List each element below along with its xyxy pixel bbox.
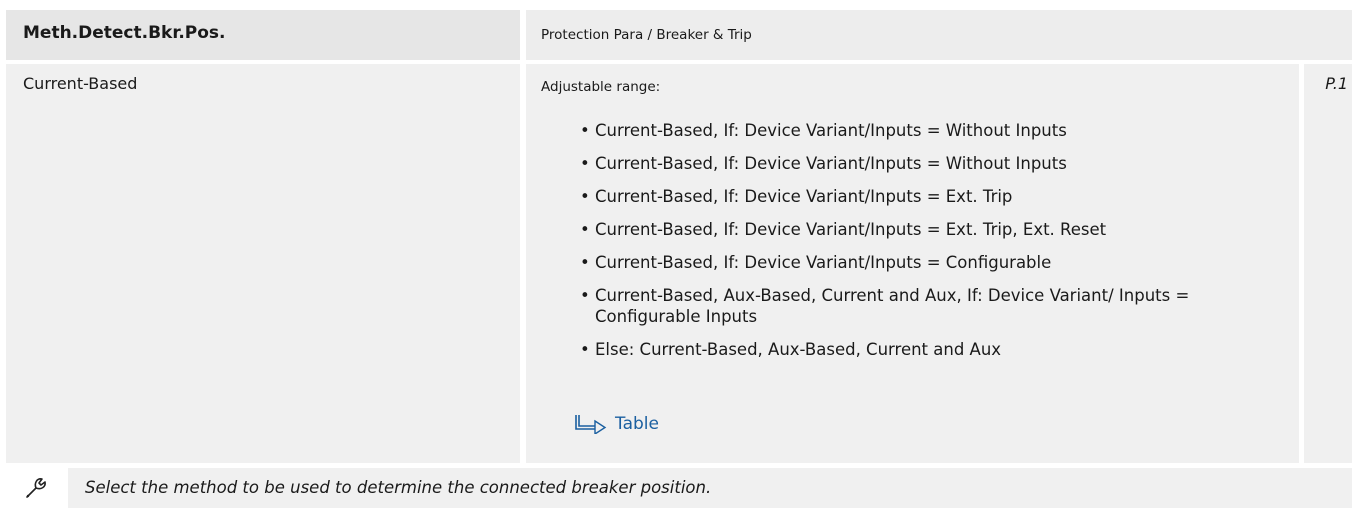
range-option: • Current-Based, If: Device Variant/Input… <box>580 154 1067 173</box>
bullet-icon: • <box>580 220 590 239</box>
adjustable-range-cell: Adjustable range: • Current-Based, If: De… <box>526 64 1299 463</box>
bullet-icon: • <box>580 121 590 140</box>
default-value: Current-Based <box>6 64 520 463</box>
table-link-label[interactable]: Table <box>615 414 659 434</box>
wrench-icon <box>6 468 66 508</box>
range-option: • Current-Based, Aux-Based, Current and A… <box>580 286 1190 326</box>
table-link-arrow-icon <box>575 415 607 434</box>
parameter-description: Select the method to be used to determin… <box>68 468 1352 508</box>
range-options-list: • Current-Based, If: Device Variant/Input… <box>541 120 1245 360</box>
bullet-icon: • <box>580 286 590 305</box>
range-label: Adjustable range: <box>541 79 661 95</box>
bullet-icon: • <box>580 253 590 272</box>
bullet-icon: • <box>580 187 590 206</box>
menu-path: Protection Para / Breaker & Trip <box>526 10 1352 60</box>
parameter-set: P.1 <box>1304 64 1352 463</box>
parameter-name: Meth.Detect.Bkr.Pos. <box>6 10 520 60</box>
range-option: • Current-Based, If: Device Variant/Input… <box>580 187 1013 206</box>
range-option: • Else: Current-Based, Aux-Based, Current… <box>580 340 1002 359</box>
range-option: • Current-Based, If: Device Variant/Input… <box>580 121 1067 140</box>
bullet-icon: • <box>580 154 590 173</box>
bullet-icon: • <box>580 340 590 359</box>
range-option: • Current-Based, If: Device Variant/Input… <box>580 220 1107 239</box>
table-link[interactable]: Table <box>573 414 659 434</box>
range-option: • Current-Based, If: Device Variant/Input… <box>580 253 1052 272</box>
